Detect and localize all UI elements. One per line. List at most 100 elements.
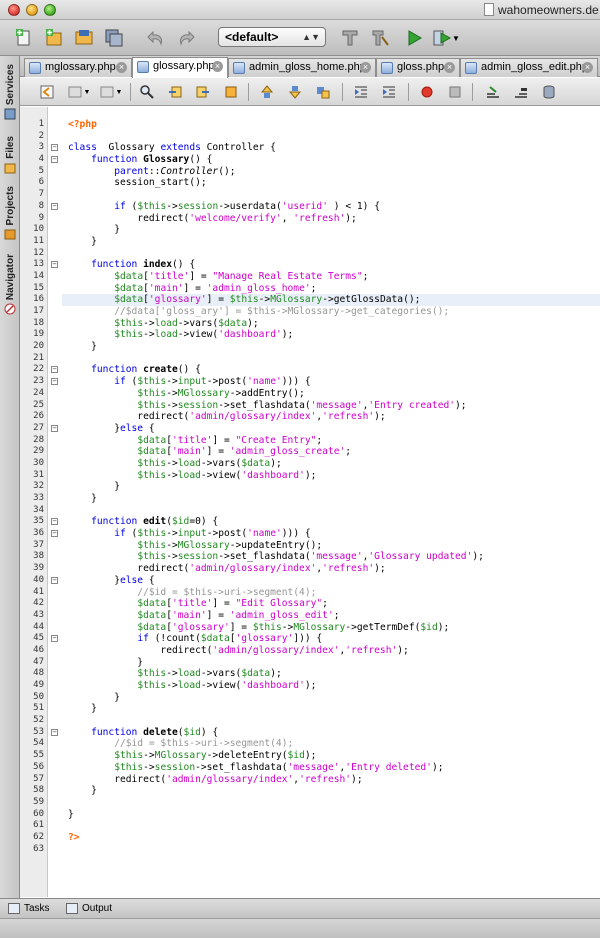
- open-project-button[interactable]: [72, 26, 96, 50]
- zoom-window-button[interactable]: [44, 4, 56, 16]
- run-button[interactable]: [402, 26, 426, 50]
- code-line[interactable]: 31 $this->load->view('dashboard');: [20, 470, 600, 482]
- new-file-button[interactable]: [12, 26, 36, 50]
- database-button[interactable]: [540, 83, 558, 101]
- fold-toggle-icon[interactable]: −: [51, 635, 58, 643]
- fold-toggle-icon[interactable]: −: [51, 728, 58, 736]
- code-line[interactable]: 38 $this->session->set_flashdata('messag…: [20, 551, 600, 563]
- stop-macro-button[interactable]: [446, 83, 464, 101]
- code-line[interactable]: 25 $this->session->set_flashdata('messag…: [20, 400, 600, 412]
- uncomment-button[interactable]: [512, 83, 530, 101]
- code-line[interactable]: 15 $data['main'] = 'admin_gloss_home';: [20, 283, 600, 295]
- code-line[interactable]: 43 $data['main'] = 'admin_gloss_edit';: [20, 610, 600, 622]
- code-line[interactable]: 26 redirect('admin/glossary/index','refr…: [20, 411, 600, 423]
- fold-toggle-icon[interactable]: −: [51, 518, 58, 526]
- code-line[interactable]: 14 $data['title'] = "Manage Real Estate …: [20, 271, 600, 283]
- code-line[interactable]: 4− function Glossary() {: [20, 154, 600, 166]
- code-line[interactable]: 37 $this->MGlossary->updateEntry();: [20, 540, 600, 552]
- code-line[interactable]: 10 }: [20, 224, 600, 236]
- code-line[interactable]: 40− }else {: [20, 575, 600, 587]
- new-project-button[interactable]: [42, 26, 66, 50]
- code-line[interactable]: 5 parent::Controller();: [20, 166, 600, 178]
- code-line[interactable]: 3− class Glossary extends Controller {: [20, 142, 600, 154]
- find-button[interactable]: [138, 83, 156, 101]
- code-line[interactable]: 1 <?php: [20, 119, 600, 131]
- code-line[interactable]: 34: [20, 505, 600, 517]
- comment-button[interactable]: [484, 83, 502, 101]
- code-line[interactable]: 21: [20, 353, 600, 365]
- code-line[interactable]: 16 $data['glossary'] = $this->MGlossary-…: [20, 294, 600, 306]
- find-previous-button[interactable]: [166, 83, 184, 101]
- shift-right-button[interactable]: [380, 83, 398, 101]
- code-line[interactable]: 7: [20, 189, 600, 201]
- code-line[interactable]: 33 }: [20, 493, 600, 505]
- code-line[interactable]: 11 }: [20, 236, 600, 248]
- fold-toggle-icon[interactable]: −: [51, 576, 58, 584]
- code-line[interactable]: 51 }: [20, 703, 600, 715]
- code-line[interactable]: 20 }: [20, 341, 600, 353]
- clean-build-button[interactable]: [368, 26, 392, 50]
- undo-button[interactable]: [144, 26, 168, 50]
- code-line[interactable]: 52: [20, 715, 600, 727]
- build-button[interactable]: [338, 26, 362, 50]
- debug-menu-button[interactable]: ▼: [450, 26, 462, 50]
- back-button[interactable]: [38, 83, 56, 101]
- code-line[interactable]: 6 session_start();: [20, 177, 600, 189]
- fold-toggle-icon[interactable]: −: [51, 378, 58, 386]
- projects-tab[interactable]: Projects: [1, 186, 19, 240]
- fold-toggle-icon[interactable]: −: [51, 144, 58, 152]
- code-line[interactable]: 35− function edit($id=0) {: [20, 516, 600, 528]
- save-all-button[interactable]: [102, 26, 126, 50]
- fold-toggle-icon[interactable]: −: [51, 530, 58, 538]
- start-macro-button[interactable]: [418, 83, 436, 101]
- history-forward-menu[interactable]: ▼: [114, 83, 124, 101]
- minimize-window-button[interactable]: [26, 4, 38, 16]
- previous-bookmark-button[interactable]: [258, 83, 276, 101]
- close-tab-icon[interactable]: ×: [116, 62, 127, 73]
- code-line[interactable]: 49 $this->load->view('dashboard');: [20, 680, 600, 692]
- find-next-button[interactable]: [194, 83, 212, 101]
- code-line[interactable]: 63: [20, 844, 600, 856]
- code-line[interactable]: 42 $data['title'] = "Edit Glossary";: [20, 598, 600, 610]
- output-tab[interactable]: Output: [66, 902, 112, 916]
- code-line[interactable]: 62 ?>: [20, 832, 600, 844]
- code-line[interactable]: 13− function index() {: [20, 259, 600, 271]
- code-line[interactable]: 58 }: [20, 785, 600, 797]
- code-line[interactable]: 29 $data['main'] = 'admin_gloss_create';: [20, 446, 600, 458]
- code-line[interactable]: 36− if ($this->input->post('name'))) {: [20, 528, 600, 540]
- tab-mglossary[interactable]: mglossary.php ×: [24, 58, 132, 77]
- code-line[interactable]: 61: [20, 820, 600, 832]
- tasks-tab[interactable]: Tasks: [8, 902, 50, 916]
- code-line[interactable]: 55 $this->MGlossary->deleteEntry($id);: [20, 750, 600, 762]
- tab-gloss[interactable]: gloss.php ×: [376, 58, 460, 77]
- navigator-tab[interactable]: Navigator: [1, 254, 19, 315]
- code-line[interactable]: 54 //$id = $this->uri->segment(4);: [20, 738, 600, 750]
- files-tab[interactable]: Files: [1, 136, 19, 174]
- code-line[interactable]: 27− }else {: [20, 423, 600, 435]
- code-line[interactable]: 44 $data['glossary'] = $this->MGlossary-…: [20, 622, 600, 634]
- close-tab-icon[interactable]: ×: [444, 62, 455, 73]
- code-line[interactable]: 46 redirect('admin/glossary/index','refr…: [20, 645, 600, 657]
- fold-toggle-icon[interactable]: −: [51, 424, 58, 432]
- code-line[interactable]: 50 }: [20, 692, 600, 704]
- fold-toggle-icon[interactable]: −: [51, 202, 58, 210]
- code-line[interactable]: 12: [20, 248, 600, 260]
- code-line[interactable]: 9 redirect('welcome/verify', 'refresh');: [20, 213, 600, 225]
- toggle-highlight-button[interactable]: [222, 83, 240, 101]
- code-line[interactable]: 57 redirect('admin/glossary/index','refr…: [20, 774, 600, 786]
- code-line[interactable]: 53− function delete($id) {: [20, 727, 600, 739]
- code-line[interactable]: 30 $this->load->vars($data);: [20, 458, 600, 470]
- code-line[interactable]: 39 redirect('admin/glossary/index','refr…: [20, 563, 600, 575]
- code-line[interactable]: 23− if ($this->input->post('name'))) {: [20, 376, 600, 388]
- code-line[interactable]: 24 $this->MGlossary->addEntry();: [20, 388, 600, 400]
- redo-button[interactable]: [174, 26, 198, 50]
- tab-glossary[interactable]: glossary.php ×: [132, 57, 228, 78]
- code-editor[interactable]: 1 <?php 2 3− class Glossary extends Controll…: [20, 107, 600, 897]
- toggle-bookmark-button[interactable]: [314, 83, 332, 101]
- fold-toggle-icon[interactable]: −: [51, 156, 58, 164]
- code-line[interactable]: 45− if (!count($data['glossary'])) {: [20, 633, 600, 645]
- code-line[interactable]: 22− function create() {: [20, 364, 600, 376]
- tab-admin-gloss-home[interactable]: admin_gloss_home.php ×: [228, 58, 376, 77]
- close-window-button[interactable]: [8, 4, 20, 16]
- services-tab[interactable]: Services: [1, 64, 19, 120]
